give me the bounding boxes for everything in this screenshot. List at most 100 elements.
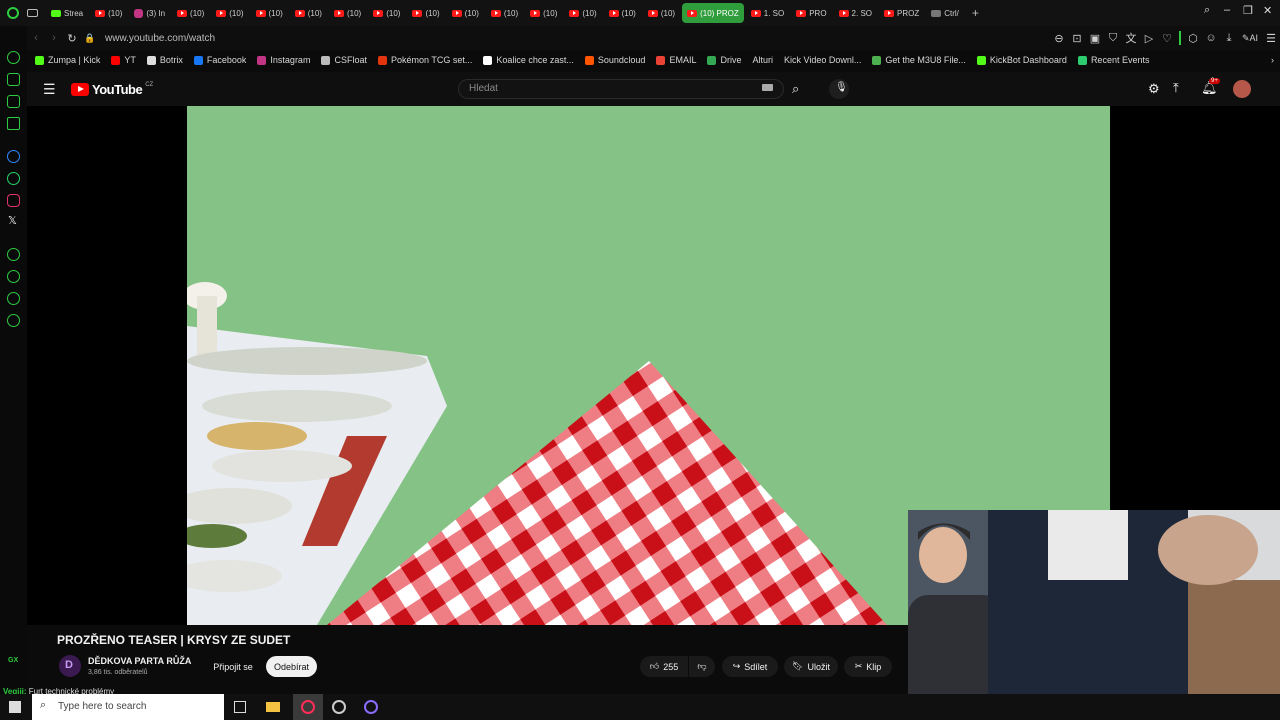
play-icon[interactable]: ▷	[1140, 29, 1158, 47]
obs-taskbar-icon[interactable]	[332, 700, 346, 714]
x-twitter-icon[interactable]: 𝕏	[8, 214, 17, 227]
create-icon[interactable]: ⚙	[1148, 81, 1160, 97]
bookmark-item[interactable]: Botrix	[146, 55, 183, 65]
snapshot-icon[interactable]: ▣	[1086, 29, 1104, 47]
reload-icon[interactable]: ↻	[63, 29, 81, 47]
browser-tab[interactable]: 1. SO	[746, 3, 789, 23]
workspaces-icon[interactable]	[27, 9, 38, 17]
browser-tab[interactable]: (10) PROZ	[682, 3, 744, 23]
bookmark-item[interactable]: KickBot Dashboard	[976, 55, 1067, 65]
browser-tab[interactable]: (10)	[172, 3, 209, 23]
music-player-icon[interactable]	[7, 117, 20, 130]
bookmark-item[interactable]: Soundcloud	[584, 55, 645, 65]
profile-icon[interactable]: ☺	[1202, 29, 1220, 47]
task-view-icon[interactable]	[234, 701, 246, 713]
bookmark-item[interactable]: EMAIL	[656, 55, 696, 65]
extensions-icon[interactable]	[7, 292, 20, 305]
messenger-icon[interactable]	[7, 150, 20, 163]
maximize-button[interactable]: ❐	[1243, 4, 1253, 17]
new-tab-button[interactable]: +	[972, 6, 979, 20]
file-explorer-icon[interactable]	[266, 702, 280, 712]
translate-icon[interactable]: 文	[1122, 29, 1140, 47]
channel-name[interactable]: DĚDKOVA PARTA RŮŽA	[88, 656, 191, 666]
browser-tab[interactable]: (10)	[407, 3, 444, 23]
twitch-icon[interactable]	[7, 95, 20, 108]
subscribe-button[interactable]: Odebírat	[266, 656, 317, 677]
user-avatar[interactable]	[1233, 80, 1251, 98]
player-icon[interactable]	[7, 248, 20, 261]
gx-control-icon[interactable]	[7, 73, 20, 86]
like-button[interactable]: 👍︎ 255	[640, 656, 688, 677]
minimize-button[interactable]: –	[1224, 4, 1230, 16]
search-tabs-icon[interactable]: ⌕	[1204, 4, 1210, 17]
history-icon[interactable]	[7, 51, 20, 64]
bookmark-item[interactable]: Drive	[707, 55, 741, 65]
join-button[interactable]: Připojit se	[205, 656, 261, 677]
opera-gx-taskbar-icon[interactable]	[293, 694, 323, 720]
bookmark-item[interactable]: Alturi	[752, 55, 773, 65]
adblock-shield-icon[interactable]: ⛉	[1104, 29, 1122, 47]
browser-tab[interactable]: 2. SO	[834, 3, 877, 23]
bookmark-item[interactable]: Recent Events	[1077, 55, 1149, 65]
clock-icon[interactable]	[7, 270, 20, 283]
forward-icon[interactable]: ›	[45, 29, 63, 47]
pin-icon[interactable]: ⊡	[1068, 29, 1086, 47]
browser-tab[interactable]: (10)	[604, 3, 641, 23]
app-taskbar-icon[interactable]	[364, 700, 378, 714]
browser-tab[interactable]: (10)	[564, 3, 601, 23]
heart-icon[interactable]: ♡	[1158, 29, 1176, 47]
browser-tab[interactable]: (10)	[643, 3, 680, 23]
back-icon[interactable]: ‹	[27, 29, 45, 47]
extensions-puzzle-icon[interactable]: ⬡	[1184, 29, 1202, 47]
bookmark-item[interactable]: YT	[111, 55, 136, 65]
bookmark-item[interactable]: Kick Video Downl...	[784, 55, 861, 65]
bookmark-item[interactable]: Instagram	[257, 55, 310, 65]
dislike-button[interactable]: 👎︎	[689, 656, 715, 677]
browser-tab[interactable]: PRO	[791, 3, 831, 23]
browser-tab[interactable]: (3) In	[129, 3, 170, 23]
browser-tab[interactable]: (10)	[90, 3, 127, 23]
browser-tab[interactable]: (10)	[368, 3, 405, 23]
bookmark-item[interactable]: CSFloat	[321, 55, 367, 65]
browser-tab[interactable]: Ctrl/	[926, 3, 964, 23]
search-button[interactable]: ⌕	[786, 79, 812, 99]
channel-avatar[interactable]: D	[59, 655, 81, 677]
keyboard-icon[interactable]	[762, 84, 773, 91]
hamburger-menu-icon[interactable]: ☰	[43, 81, 56, 98]
opera-logo-icon[interactable]	[7, 7, 19, 19]
youtube-logo[interactable]: YouTube CZ	[71, 82, 153, 97]
browser-tab[interactable]: (10)	[290, 3, 327, 23]
taskbar-search-box[interactable]: ⌕ Type here to search	[32, 694, 224, 720]
bookmark-item[interactable]: Pokémon TCG set...	[377, 55, 472, 65]
browser-tab[interactable]: (10)	[486, 3, 523, 23]
menu-icon[interactable]: ☰	[1262, 29, 1280, 47]
zoom-icon[interactable]: ⊖	[1050, 29, 1068, 47]
voice-search-button[interactable]: 🎙︎	[829, 79, 849, 99]
browser-tab[interactable]: (10)	[329, 3, 366, 23]
upload-icon[interactable]: ⤒	[1173, 80, 1179, 96]
share-button[interactable]: ↪ Sdílet	[722, 656, 778, 677]
browser-tab[interactable]: (10)	[525, 3, 562, 23]
bookmark-item[interactable]: Zumpa | Kick	[35, 55, 100, 65]
search-magnifier-icon: ⌕	[40, 699, 47, 711]
settings-icon[interactable]	[7, 314, 20, 327]
close-window-button[interactable]: ✕	[1263, 4, 1272, 17]
url-field[interactable]: www.youtube.com/watch	[105, 33, 215, 44]
windows-start-icon[interactable]	[9, 701, 21, 713]
browser-tab[interactable]: (10)	[211, 3, 248, 23]
browser-tab[interactable]: PROZ	[879, 3, 924, 23]
ai-icon[interactable]: ✎AI	[1238, 29, 1262, 47]
search-input[interactable]: Hledat	[458, 79, 784, 99]
browser-tab[interactable]: Strea	[46, 3, 88, 23]
browser-tab[interactable]: (10)	[251, 3, 288, 23]
whatsapp-icon[interactable]	[7, 172, 20, 185]
bookmark-item[interactable]: Get the M3U8 File...	[872, 55, 966, 65]
clip-button[interactable]: ✂ Klip	[844, 656, 892, 677]
bookmark-item[interactable]: Facebook	[193, 55, 246, 65]
save-button[interactable]: 🔖︎ Uložit	[784, 656, 838, 677]
browser-tab[interactable]: (10)	[447, 3, 484, 23]
instagram-sidebar-icon[interactable]	[7, 194, 20, 207]
download-icon[interactable]: ⤓	[1220, 29, 1238, 47]
bookmark-item[interactable]: Koalice chce zast...	[483, 55, 574, 65]
bookmarks-more-icon[interactable]: ›	[1271, 55, 1274, 65]
